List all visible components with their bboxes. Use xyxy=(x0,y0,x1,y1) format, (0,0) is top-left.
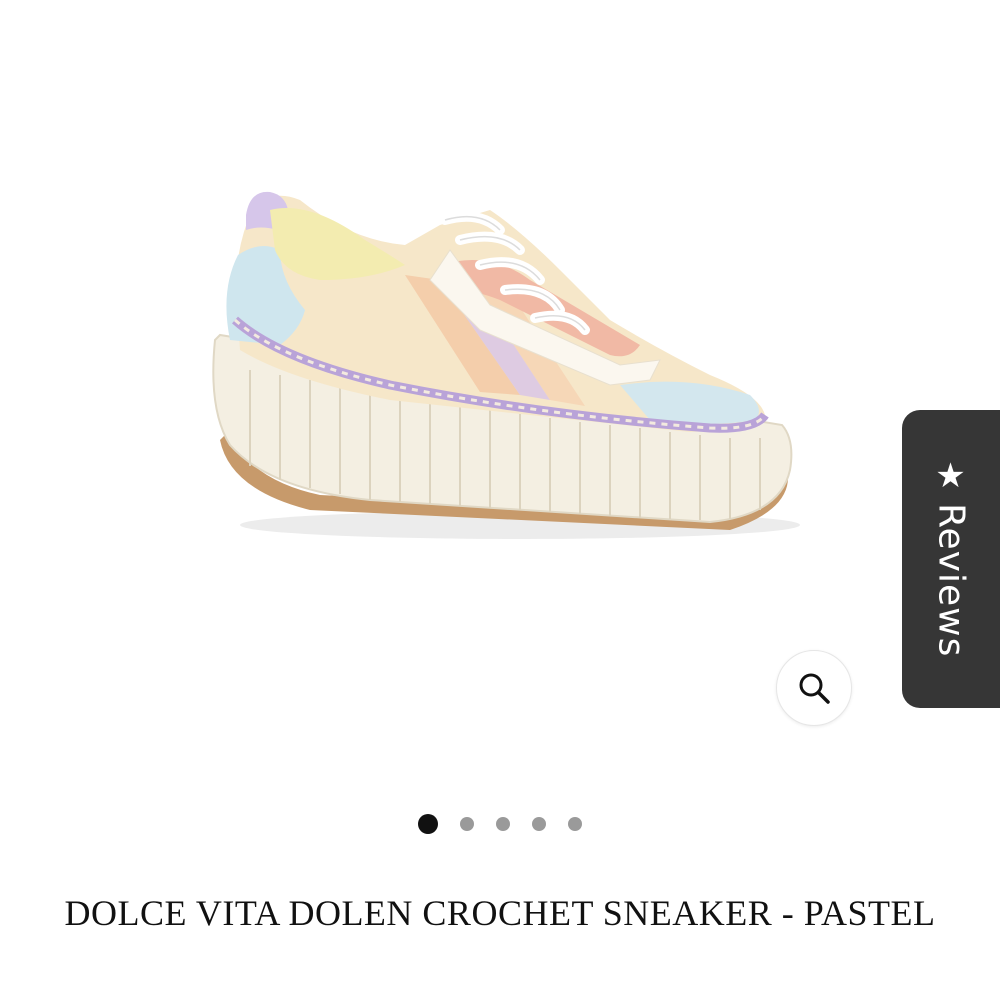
product-page: ★ Reviews DOLCE VITA DOLEN CROCHET SNEAK… xyxy=(0,0,1000,1000)
zoom-button[interactable] xyxy=(776,650,852,726)
reviews-tab[interactable]: ★ Reviews xyxy=(902,410,1000,708)
search-icon xyxy=(799,673,830,704)
carousel-dot-5[interactable] xyxy=(568,817,582,831)
product-title: DOLCE VITA DOLEN CROCHET SNEAKER - PASTE… xyxy=(64,893,936,933)
product-image[interactable] xyxy=(190,170,810,550)
reviews-label: Reviews xyxy=(930,503,972,658)
carousel-dot-4[interactable] xyxy=(532,817,546,831)
carousel-dot-2[interactable] xyxy=(460,817,474,831)
reviews-tab-content: ★ Reviews xyxy=(930,455,972,658)
carousel-dot-3[interactable] xyxy=(496,817,510,831)
carousel-dot-1[interactable] xyxy=(418,814,438,834)
carousel-pagination xyxy=(0,814,1000,834)
star-icon: ★ xyxy=(935,455,967,496)
